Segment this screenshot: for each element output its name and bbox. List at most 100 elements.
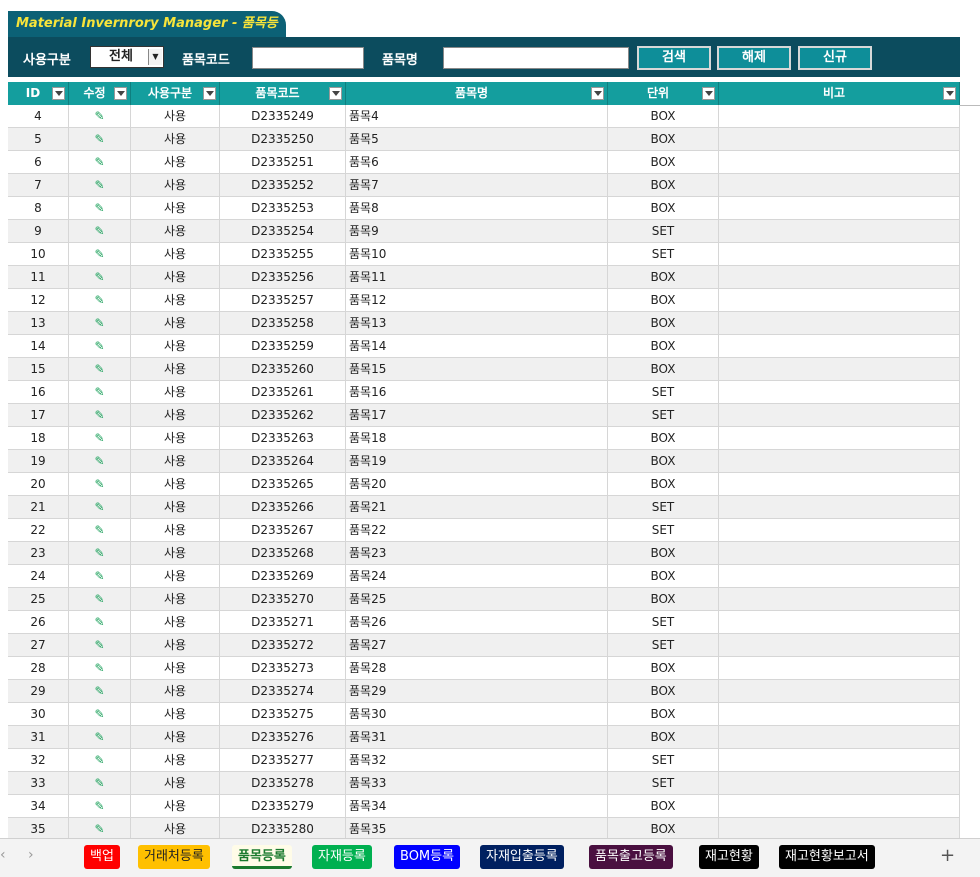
cell-use[interactable]: 사용 (131, 795, 220, 817)
table-row[interactable]: 14 ✎ 사용 D2335259 품목14 BOX (8, 335, 960, 358)
cell-use[interactable]: 사용 (131, 105, 220, 127)
table-row[interactable]: 33 ✎ 사용 D2335278 품목33 SET (8, 772, 960, 795)
note-cell[interactable] (719, 565, 960, 587)
cell-code[interactable]: D2335263 (220, 427, 346, 449)
cell-id[interactable]: 32 (8, 749, 69, 771)
cell-code[interactable]: D2335279 (220, 795, 346, 817)
cell-code[interactable]: D2335253 (220, 197, 346, 219)
cell-unit[interactable]: BOX (608, 105, 719, 127)
cell-unit[interactable]: BOX (608, 542, 719, 564)
cell-use[interactable]: 사용 (131, 266, 220, 288)
cell-code[interactable]: D2335264 (220, 450, 346, 472)
cell-id[interactable]: 15 (8, 358, 69, 380)
cell-name[interactable]: 품목24 (346, 565, 608, 587)
note-cell[interactable] (719, 519, 960, 541)
pencil-icon[interactable]: ✎ (94, 155, 104, 169)
edit-cell[interactable]: ✎ (69, 542, 131, 564)
table-row[interactable]: 28 ✎ 사용 D2335273 품목28 BOX (8, 657, 960, 680)
cell-use[interactable]: 사용 (131, 726, 220, 748)
table-row[interactable]: 13 ✎ 사용 D2335258 품목13 BOX (8, 312, 960, 335)
cell-id[interactable]: 8 (8, 197, 69, 219)
table-row[interactable]: 8 ✎ 사용 D2335253 품목8 BOX (8, 197, 960, 220)
note-cell[interactable] (719, 243, 960, 265)
cell-id[interactable]: 34 (8, 795, 69, 817)
edit-cell[interactable]: ✎ (69, 404, 131, 426)
note-cell[interactable] (719, 151, 960, 173)
cell-name[interactable]: 품목20 (346, 473, 608, 495)
cell-name[interactable]: 품목15 (346, 358, 608, 380)
cell-id[interactable]: 10 (8, 243, 69, 265)
cell-code[interactable]: D2335249 (220, 105, 346, 127)
filter-dropdown-icon[interactable] (329, 87, 342, 100)
table-row[interactable]: 11 ✎ 사용 D2335256 품목11 BOX (8, 266, 960, 289)
cell-code[interactable]: D2335259 (220, 335, 346, 357)
cell-name[interactable]: 품목31 (346, 726, 608, 748)
cell-id[interactable]: 20 (8, 473, 69, 495)
cell-name[interactable]: 품목30 (346, 703, 608, 725)
edit-cell[interactable]: ✎ (69, 634, 131, 656)
cell-use[interactable]: 사용 (131, 335, 220, 357)
cell-id[interactable]: 14 (8, 335, 69, 357)
cell-id[interactable]: 23 (8, 542, 69, 564)
edit-cell[interactable]: ✎ (69, 726, 131, 748)
edit-cell[interactable]: ✎ (69, 243, 131, 265)
chevron-down-icon[interactable]: ▼ (148, 49, 162, 65)
cell-id[interactable]: 27 (8, 634, 69, 656)
note-cell[interactable] (719, 772, 960, 794)
filter-dropdown-icon[interactable] (591, 87, 604, 100)
pencil-icon[interactable]: ✎ (94, 132, 104, 146)
cell-name[interactable]: 품목18 (346, 427, 608, 449)
cell-use[interactable]: 사용 (131, 818, 220, 840)
table-row[interactable]: 5 ✎ 사용 D2335250 품목5 BOX (8, 128, 960, 151)
cell-name[interactable]: 품목13 (346, 312, 608, 334)
note-cell[interactable] (719, 427, 960, 449)
cell-id[interactable]: 19 (8, 450, 69, 472)
table-row[interactable]: 9 ✎ 사용 D2335254 품목9 SET (8, 220, 960, 243)
note-cell[interactable] (719, 542, 960, 564)
cell-id[interactable]: 33 (8, 772, 69, 794)
sheet-tab-3[interactable]: 자재등록 (312, 845, 372, 869)
edit-cell[interactable]: ✎ (69, 266, 131, 288)
table-row[interactable]: 18 ✎ 사용 D2335263 품목18 BOX (8, 427, 960, 450)
cell-use[interactable]: 사용 (131, 611, 220, 633)
cell-use[interactable]: 사용 (131, 220, 220, 242)
cell-use[interactable]: 사용 (131, 496, 220, 518)
table-row[interactable]: 20 ✎ 사용 D2335265 품목20 BOX (8, 473, 960, 496)
cell-name[interactable]: 품목11 (346, 266, 608, 288)
pencil-icon[interactable]: ✎ (94, 730, 104, 744)
cell-code[interactable]: D2335265 (220, 473, 346, 495)
sheet-tab-8[interactable]: 재고현황보고서 (779, 845, 875, 869)
cell-unit[interactable]: SET (608, 381, 719, 403)
cell-code[interactable]: D2335252 (220, 174, 346, 196)
cell-name[interactable]: 품목16 (346, 381, 608, 403)
edit-cell[interactable]: ✎ (69, 772, 131, 794)
pencil-icon[interactable]: ✎ (94, 339, 104, 353)
cell-unit[interactable]: BOX (608, 473, 719, 495)
cell-use[interactable]: 사용 (131, 381, 220, 403)
cell-name[interactable]: 품목32 (346, 749, 608, 771)
cell-id[interactable]: 12 (8, 289, 69, 311)
edit-cell[interactable]: ✎ (69, 105, 131, 127)
pencil-icon[interactable]: ✎ (94, 822, 104, 836)
cell-use[interactable]: 사용 (131, 749, 220, 771)
sheet-tab-4[interactable]: BOM등록 (394, 845, 461, 869)
pencil-icon[interactable]: ✎ (94, 247, 104, 261)
cell-use[interactable]: 사용 (131, 174, 220, 196)
pencil-icon[interactable]: ✎ (94, 293, 104, 307)
table-row[interactable]: 4 ✎ 사용 D2335249 품목4 BOX (8, 105, 960, 128)
cell-code[interactable]: D2335272 (220, 634, 346, 656)
note-cell[interactable] (719, 335, 960, 357)
table-row[interactable]: 32 ✎ 사용 D2335277 품목32 SET (8, 749, 960, 772)
edit-cell[interactable]: ✎ (69, 289, 131, 311)
table-row[interactable]: 21 ✎ 사용 D2335266 품목21 SET (8, 496, 960, 519)
cell-code[interactable]: D2335270 (220, 588, 346, 610)
cell-name[interactable]: 품목5 (346, 128, 608, 150)
cell-unit[interactable]: BOX (608, 795, 719, 817)
edit-cell[interactable]: ✎ (69, 381, 131, 403)
edit-cell[interactable]: ✎ (69, 749, 131, 771)
sheet-tab-7[interactable]: 재고현황 (699, 845, 759, 869)
cell-name[interactable]: 품목27 (346, 634, 608, 656)
cell-code[interactable]: D2335267 (220, 519, 346, 541)
cell-unit[interactable]: BOX (608, 680, 719, 702)
cell-id[interactable]: 25 (8, 588, 69, 610)
